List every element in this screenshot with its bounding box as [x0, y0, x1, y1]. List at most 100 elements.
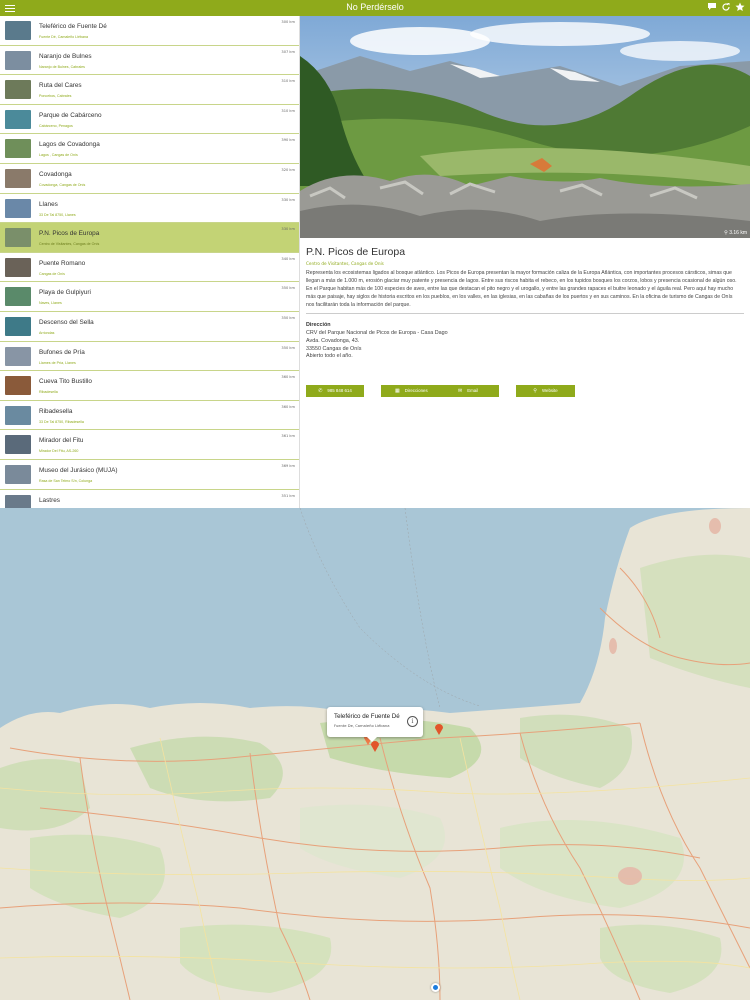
list-item[interactable]: P.N. Picos de Europa Centro de Visitantes… [0, 223, 299, 253]
place-thumbnail [5, 50, 31, 70]
list-item-subtitle: Covadonga, Cangas de Onís [39, 182, 86, 187]
place-description: Representa los ecosistemas ligados al bo… [306, 270, 737, 308]
list-item-subtitle: Poncebos, Cabrales [39, 94, 72, 99]
list-item-subtitle: 33 De Tal 8750, Llanes [39, 212, 76, 217]
list-item-subtitle: Fuente Dé, Camaleño Liébana [39, 35, 88, 39]
list-item[interactable]: Mirador del Fitu Mirador Del Fitu, AS-260… [0, 430, 299, 460]
star-icon[interactable] [734, 2, 746, 14]
list-item-distance: 361 km [281, 434, 295, 439]
place-thumbnail [5, 435, 31, 455]
place-thumbnail [5, 405, 31, 425]
list-item-distance: 350 km [281, 286, 295, 291]
list-item-subtitle: Cangas de Onís [39, 271, 65, 276]
list-item-name: Cueva Tito Bustillo [39, 378, 92, 386]
list-item[interactable]: Puente Romano Cangas de Onís 340 km [0, 252, 299, 283]
place-thumbnail [5, 464, 31, 484]
callout-title: Teleférico de Fuente Dé [334, 713, 400, 720]
list-item-distance: 350 km [281, 315, 295, 320]
photo-distance-caption: ⚲ 3.16 km [724, 230, 747, 236]
info-icon[interactable]: i [407, 716, 418, 727]
callout-subtitle: Fuente De, Camaleño Liébana [334, 724, 390, 728]
website-button[interactable]: ⚲ Website [516, 385, 575, 397]
places-list: Teleférico de Fuente Dé Fuente Dé, Camale… [0, 16, 300, 508]
list-item-distance: 310 km [281, 108, 295, 113]
list-item[interactable]: Bufones de Pría Llames de Pría, Llanes 350… [0, 341, 299, 372]
list-item-subtitle: Mirador Del Fitu, AS-260 [39, 449, 79, 454]
list-item-name: Puente Romano [39, 259, 86, 267]
location-pin-icon: ⚲ [724, 230, 728, 236]
list-item-name: Teleférico de Fuente Dé [39, 23, 107, 30]
list-item-subtitle: 33 De Tal 8750, Ribadesella [39, 419, 84, 424]
place-subtitle: Centro de Visitantes, Cangas de Onís [306, 261, 384, 266]
app-title: No Perdérselo [346, 2, 404, 12]
place-thumbnail [5, 346, 31, 366]
place-thumbnail [5, 21, 31, 40]
place-title: P.N. Picos de Europa [306, 246, 406, 258]
list-item[interactable]: Playa de Gulpiyuri Naves, Llanes 350 km [0, 282, 299, 312]
place-thumbnail [5, 198, 31, 218]
list-item-subtitle: Lagos , Cangas de Onís [39, 153, 78, 158]
list-item[interactable]: Covadonga Covadonga, Cangas de Onís 320 km [0, 163, 299, 194]
list-item[interactable]: LastresLastres, Colunga351 km [0, 489, 299, 508]
place-thumbnail [5, 80, 31, 100]
place-thumbnail [5, 139, 31, 159]
list-item-name: P.N. Picos de Europa [39, 230, 100, 238]
chat-icon[interactable] [706, 2, 718, 14]
list-item-name: Bufones de Pría [39, 348, 85, 356]
list-item-distance: 351 km [281, 493, 295, 498]
list-item[interactable]: Ruta del Cares Poncebos, Cabrales 310 km [0, 75, 299, 105]
address-label: Dirección [306, 322, 331, 328]
place-thumbnail [5, 494, 31, 508]
list-item-name: Ruta del Cares [39, 82, 82, 90]
map-view[interactable] [0, 508, 750, 1000]
list-item-name: Ribadesella [39, 407, 73, 415]
directions-button[interactable]: ▦ Direcciones [381, 385, 439, 397]
list-item-subtitle: Rasa de San Telmo S/n, Colunga [39, 478, 93, 483]
place-thumbnail [5, 316, 31, 336]
email-button[interactable]: ✉ Email [439, 385, 499, 397]
address-line: 33550 Cangas de Onís [306, 345, 362, 352]
list-item-name: Parque de Cabárceno [39, 111, 102, 119]
list-item-name: Covadonga [39, 170, 72, 178]
place-thumbnail [5, 228, 31, 248]
place-thumbnail [5, 109, 31, 129]
phone-button[interactable]: ✆ 985 848 614 [306, 385, 364, 397]
address-line: Abierto todo el año. [306, 353, 353, 360]
list-item-subtitle: Ribadesella [39, 390, 58, 395]
list-item[interactable]: Cueva Tito Bustillo Ribadesella 360 km [0, 371, 299, 401]
list-item-distance: 310 km [281, 79, 295, 84]
place-detail: P.N. Picos de Europa Centro de Visitante… [300, 238, 750, 508]
list-item[interactable]: Naranjo de Bulnes Naranjo de Bulnes, Cabr… [0, 45, 299, 76]
list-item-name: Llanes [39, 200, 58, 208]
address-block: CRV del Parque Nacional de Picos de Euro… [306, 330, 448, 361]
address-line: Avda. Covadonga, 43. [306, 337, 360, 344]
list-item[interactable]: Parque de Cabárceno Cabárceno, Penagos 310… [0, 104, 299, 135]
list-item-distance: 320 km [281, 167, 295, 172]
list-item-distance: 300 km [281, 20, 295, 24]
list-item-subtitle: Llames de Pría, Llanes [39, 360, 76, 365]
link-icon: ⚲ [533, 388, 537, 394]
divider [306, 313, 744, 314]
list-item[interactable]: Teleférico de Fuente Dé Fuente Dé, Camale… [0, 16, 299, 46]
refresh-icon[interactable] [720, 2, 732, 14]
list-item[interactable]: Ribadesella 33 De Tal 8750, Ribadesella 36… [0, 400, 299, 431]
place-thumbnail [5, 376, 31, 396]
list-item-name: Mirador del Fitu [39, 437, 84, 445]
list-item[interactable]: Descenso del Sella Arriondas 350 km [0, 311, 299, 342]
place-thumbnail [5, 287, 31, 307]
list-item-subtitle: Arriondas [39, 330, 55, 335]
list-item[interactable]: Museo del Jurásico (MUJA) Rasa de San Tel… [0, 459, 299, 490]
list-item-distance: 330 km [281, 197, 295, 202]
list-item[interactable]: Lagos de Covadonga Lagos , Cangas de Onís… [0, 134, 299, 164]
list-item-subtitle: Naranjo de Bulnes, Cabrales [39, 64, 85, 69]
map-pin-icon[interactable] [434, 722, 444, 735]
list-item[interactable]: Llanes 33 De Tal 8750, Llanes 330 km [0, 193, 299, 224]
list-item-subtitle: Centro de Visitantes, Cangas de Onís [39, 242, 100, 247]
place-thumbnail [5, 257, 31, 277]
map-callout[interactable]: Teleférico de Fuente Dé Fuente De, Camal… [327, 707, 423, 742]
top-bar: No Perdérselo [0, 0, 750, 16]
list-item-name: Naranjo de Bulnes [39, 52, 92, 60]
list-item-distance: 307 km [281, 49, 295, 54]
list-item-distance: 369 km [281, 463, 295, 468]
list-item-name: Lagos de Covadonga [39, 141, 100, 149]
